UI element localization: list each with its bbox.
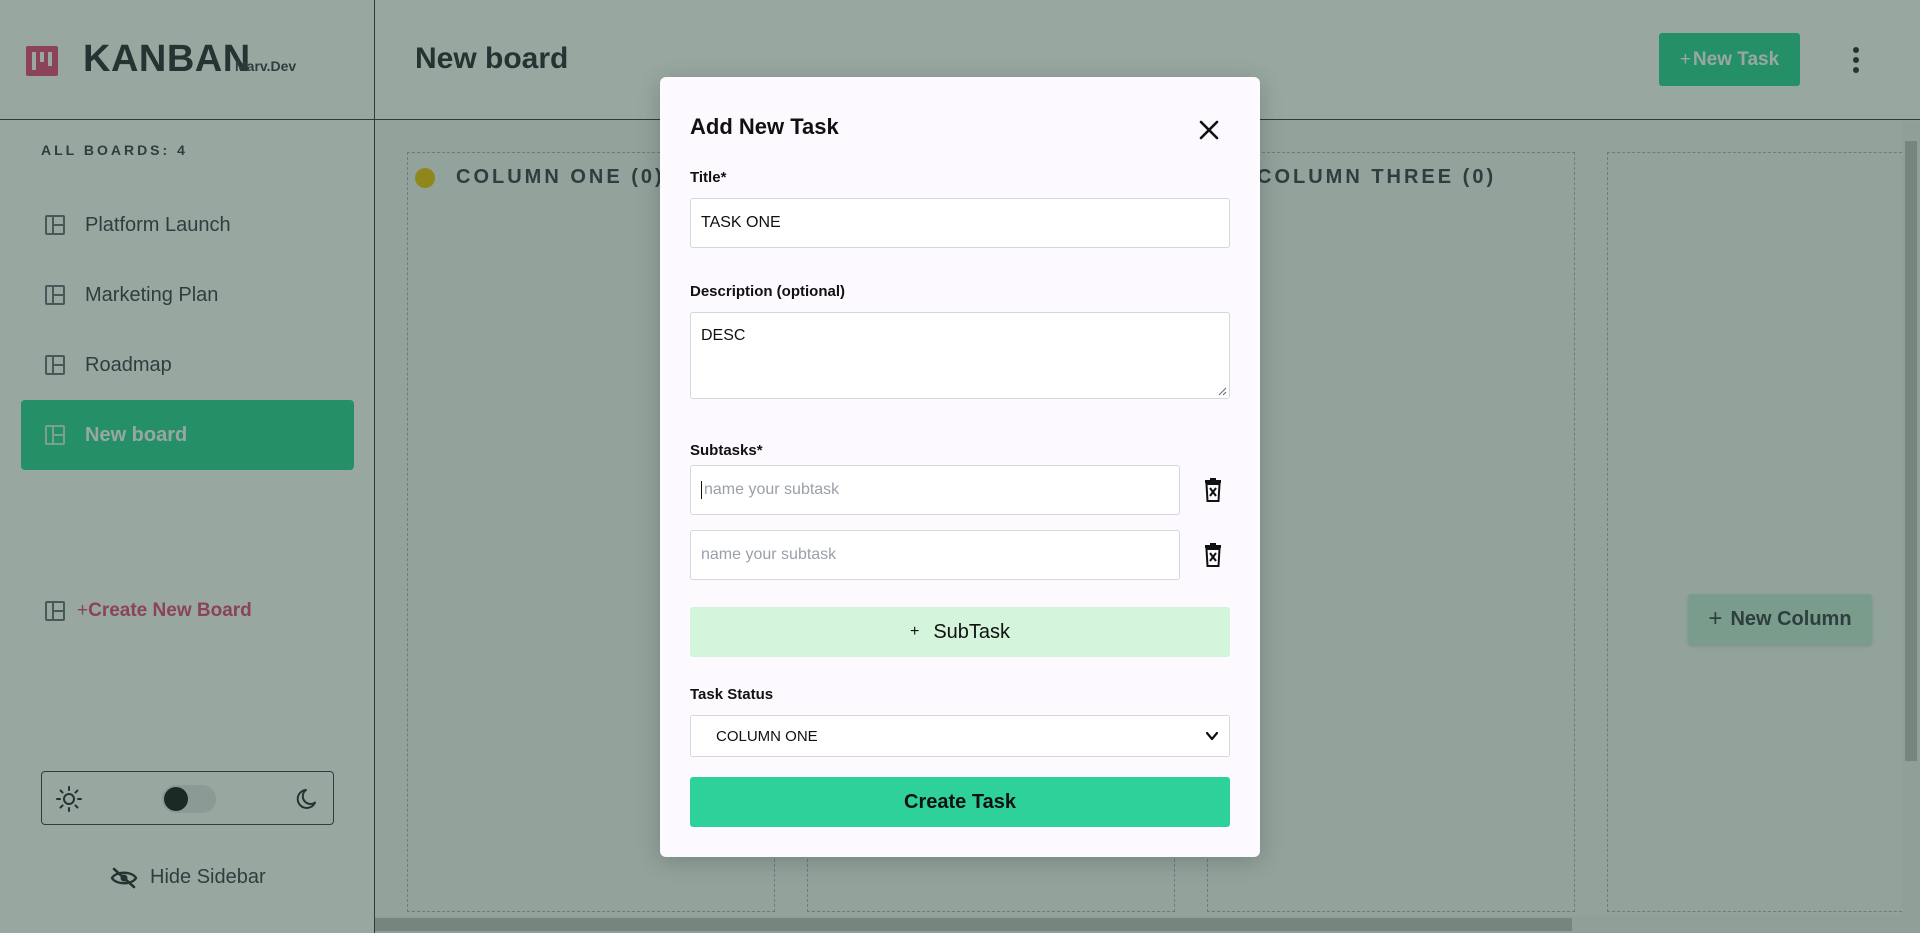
- modal-title: Add New Task: [690, 114, 839, 139]
- subtask-placeholder: name your subtask: [701, 546, 837, 563]
- task-status-select[interactable]: COLUMN ONE: [690, 715, 1230, 757]
- task-status-value: COLUMN ONE: [716, 727, 818, 745]
- subtask-input[interactable]: name your subtask: [690, 465, 1180, 515]
- add-task-modal: Add New Task Title* TASK ONE Description…: [660, 77, 1260, 857]
- add-subtask-label: SubTask: [933, 620, 1011, 643]
- plus-icon: +: [909, 623, 920, 640]
- title-input[interactable]: TASK ONE: [690, 198, 1230, 248]
- subtasks-label: Subtasks*: [690, 442, 763, 459]
- subtask-placeholder: name your subtask: [704, 481, 840, 498]
- task-status-label: Task Status: [690, 686, 774, 703]
- title-label: Title*: [690, 169, 727, 186]
- description-value: DESC: [701, 327, 746, 344]
- delete-subtask-icon[interactable]: [1204, 543, 1222, 567]
- delete-subtask-icon[interactable]: [1204, 478, 1222, 502]
- close-icon[interactable]: [1198, 119, 1220, 141]
- add-subtask-button[interactable]: + SubTask: [690, 607, 1230, 657]
- create-task-button[interactable]: Create Task: [690, 777, 1230, 827]
- chevron-down-icon: [1205, 731, 1219, 741]
- description-textarea[interactable]: DESC: [690, 312, 1230, 399]
- subtask-input[interactable]: name your subtask: [690, 530, 1180, 580]
- description-label: Description (optional): [690, 283, 845, 300]
- create-task-label: Create Task: [904, 790, 1016, 813]
- resize-handle-icon[interactable]: [1217, 386, 1227, 396]
